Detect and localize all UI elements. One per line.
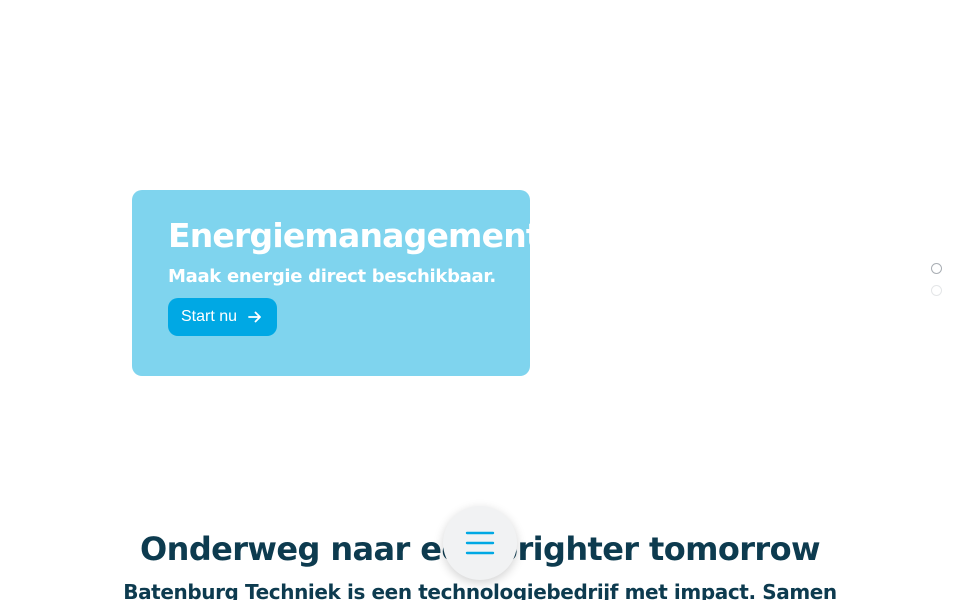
- slider-pagination: [931, 263, 942, 296]
- start-now-button[interactable]: Start nu: [168, 298, 278, 336]
- menu-button[interactable]: [443, 506, 517, 580]
- hero-banner-card: Energiemanagement. Maak energie direct b…: [132, 190, 553, 376]
- arrow-right-icon: [248, 311, 261, 323]
- start-now-button-label: Start nu: [181, 308, 238, 325]
- hero-subtitle: Maak energie direct beschikbaar.: [168, 266, 496, 287]
- hamburger-menu-icon: [465, 531, 495, 555]
- page: Energiemanagement. Maak energie direct b…: [0, 0, 960, 600]
- slider-dot-2[interactable]: [931, 285, 942, 296]
- section-lead-text: Batenburg Techniek is een technologiebed…: [123, 580, 837, 600]
- hero-title: Energiemanagement.: [168, 216, 553, 255]
- slider-dot-1[interactable]: [931, 263, 942, 274]
